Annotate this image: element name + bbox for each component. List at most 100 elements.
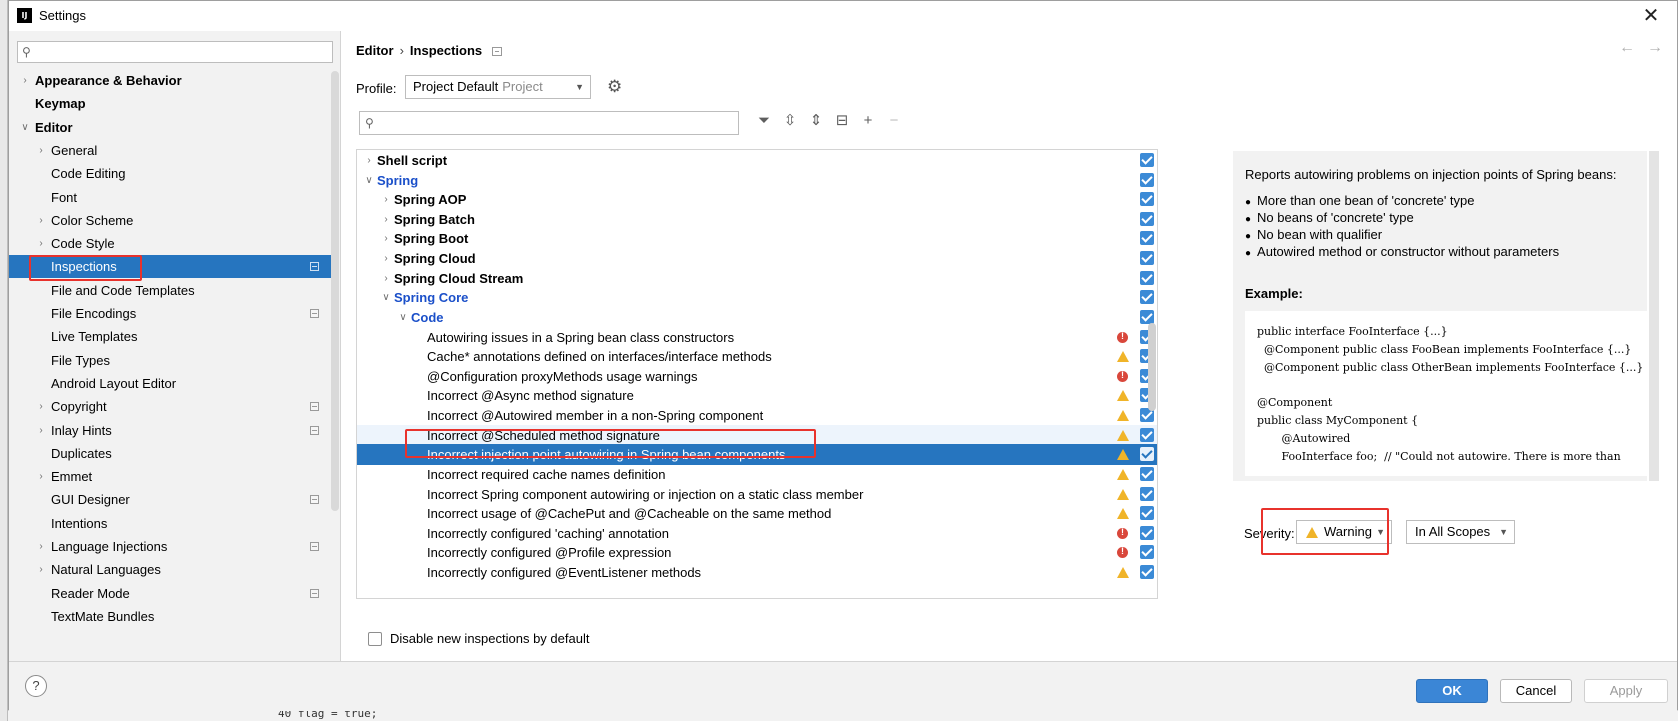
add-icon[interactable]: + [855, 112, 881, 129]
inspection-row[interactable]: Incorrect @Scheduled method signature [357, 424, 1157, 446]
enabled-checkbox[interactable] [1140, 270, 1154, 285]
inspection-row[interactable]: Incorrect @Async method signature [357, 385, 1157, 406]
sidebar-item-file-and-code-templates[interactable]: File and Code Templates [9, 279, 331, 302]
back-arrow-icon[interactable]: ← [1619, 39, 1635, 56]
chevron-down-icon[interactable]: ∨ [363, 170, 375, 191]
sidebar-item-reader-mode[interactable]: Reader Mode [9, 582, 331, 605]
inspection-group-row[interactable]: › Spring AOP [357, 189, 1157, 210]
inspection-row[interactable]: Incorrectly configured @Profile expressi… [357, 541, 1157, 563]
description-scrollbar[interactable] [1649, 151, 1659, 481]
enabled-checkbox[interactable] [1140, 309, 1154, 324]
enabled-checkbox[interactable] [1140, 427, 1154, 442]
forward-arrow-icon[interactable]: → [1647, 39, 1663, 56]
inspection-row[interactable]: Incorrect injection point autowiring in … [357, 444, 1157, 466]
inspection-tree-scrollbar[interactable] [1148, 323, 1156, 411]
severity-dropdown[interactable]: Warning ▼ [1296, 520, 1392, 544]
sidebar-item-live-templates[interactable]: Live Templates [9, 325, 331, 348]
gear-icon[interactable]: ⚙ [607, 77, 622, 97]
enabled-checkbox[interactable] [1140, 506, 1154, 521]
sidebar-item-general[interactable]: › General [9, 139, 331, 162]
cancel-button[interactable]: Cancel [1500, 679, 1572, 703]
sidebar-item-duplicates[interactable]: Duplicates [9, 442, 331, 465]
sidebar-item-appearance-behavior[interactable]: › Appearance & Behavior [9, 69, 331, 92]
sidebar-item-editor[interactable]: ∨ Editor [9, 116, 331, 139]
chevron-right-icon[interactable]: › [380, 209, 392, 230]
sidebar-item-inspections[interactable]: Inspections [9, 255, 331, 279]
sidebar-item-emmet[interactable]: › Emmet [9, 465, 331, 488]
enabled-checkbox[interactable] [1140, 466, 1154, 481]
chevron-down-icon[interactable]: ∨ [397, 307, 409, 328]
inspection-row[interactable]: Incorrect usage of @CachePut and @Cachea… [357, 503, 1157, 524]
inspection-row[interactable]: Autowiring issues in a Spring bean class… [357, 326, 1157, 348]
chevron-down-icon[interactable]: ∨ [380, 287, 392, 308]
enabled-checkbox[interactable] [1140, 447, 1154, 462]
chevron-right-icon[interactable]: › [35, 535, 47, 558]
inspection-row[interactable]: @Configuration proxyMethods usage warnin… [357, 365, 1157, 387]
sidebar-item-file-encodings[interactable]: File Encodings [9, 302, 331, 325]
inspection-row[interactable]: Incorrectly configured 'caching' annotat… [357, 522, 1157, 544]
settings-search-input[interactable]: ⚲ [17, 41, 333, 63]
enabled-checkbox[interactable] [1140, 153, 1154, 167]
chevron-down-icon[interactable]: ∨ [19, 116, 31, 139]
sidebar-item-copyright[interactable]: › Copyright [9, 395, 331, 418]
inspection-group-row[interactable]: › Spring Cloud [357, 248, 1157, 269]
sidebar-item-font[interactable]: Font [9, 186, 331, 209]
chevron-right-icon[interactable]: › [380, 248, 392, 269]
inspection-group-row[interactable]: ∨ Spring Core [357, 287, 1157, 308]
breadcrumb-editor[interactable]: Editor [356, 43, 394, 58]
chevron-right-icon[interactable]: › [363, 150, 375, 171]
sidebar-item-natural-languages[interactable]: › Natural Languages [9, 558, 331, 581]
sidebar-item-gui-designer[interactable]: GUI Designer [9, 488, 331, 511]
inspection-group-row[interactable]: › Spring Batch [357, 209, 1157, 230]
enabled-checkbox[interactable] [1140, 211, 1154, 226]
sidebar-item-textmate-bundles[interactable]: TextMate Bundles [9, 605, 331, 628]
enabled-checkbox[interactable] [1140, 251, 1154, 266]
enabled-checkbox[interactable] [1140, 486, 1154, 501]
filter-icon[interactable]: ⏷ [751, 112, 777, 129]
inspection-group-row[interactable]: ∨ Code [357, 307, 1157, 328]
sidebar-item-file-types[interactable]: File Types [9, 349, 331, 372]
inspection-group-row[interactable]: › Spring Boot [357, 228, 1157, 249]
inspection-group-row[interactable]: ∨ Spring [357, 170, 1157, 191]
close-button[interactable]: ✕ [1639, 4, 1663, 28]
inspection-row[interactable]: Incorrect @Autowired member in a non-Spr… [357, 405, 1157, 426]
chevron-right-icon[interactable]: › [380, 189, 392, 210]
reset-icon[interactable]: ⊟ [829, 111, 855, 129]
inspection-group-row[interactable]: › Shell script [357, 150, 1157, 171]
chevron-right-icon[interactable]: › [35, 232, 47, 255]
collapse-all-icon[interactable]: ⇕ [803, 111, 829, 129]
inspection-row[interactable]: Incorrect required cache names definitio… [357, 464, 1157, 485]
inspection-group-row[interactable]: › Spring Cloud Stream [357, 268, 1157, 289]
chevron-right-icon[interactable]: › [35, 139, 47, 162]
chevron-right-icon[interactable]: › [380, 268, 392, 289]
chevron-right-icon[interactable]: › [19, 69, 31, 92]
chevron-right-icon[interactable]: › [35, 395, 47, 418]
enabled-checkbox[interactable] [1140, 565, 1154, 580]
inspection-search-input[interactable]: ⚲ [359, 111, 739, 135]
help-button[interactable]: ? [25, 675, 47, 697]
enabled-checkbox[interactable] [1140, 172, 1154, 187]
inspection-row[interactable]: Incorrect Spring component autowiring or… [357, 484, 1157, 505]
expand-all-icon[interactable]: ⇳ [777, 111, 803, 129]
sidebar-item-inlay-hints[interactable]: › Inlay Hints [9, 419, 331, 442]
inspection-row[interactable]: Incorrectly configured @EventListener me… [357, 562, 1157, 583]
ok-button[interactable]: OK [1416, 679, 1488, 703]
sidebar-item-android-layout-editor[interactable]: Android Layout Editor [9, 372, 331, 395]
sidebar-scrollbar[interactable] [331, 71, 339, 511]
sidebar-item-intentions[interactable]: Intentions [9, 512, 331, 535]
enabled-checkbox[interactable] [1140, 525, 1154, 540]
chevron-right-icon[interactable]: › [35, 209, 47, 232]
scope-dropdown[interactable]: In All Scopes ▼ [1406, 520, 1515, 544]
sidebar-item-keymap[interactable]: Keymap [9, 92, 331, 115]
profile-dropdown[interactable]: Project Default Project ▼ [405, 75, 591, 99]
chevron-right-icon[interactable]: › [35, 465, 47, 488]
enabled-checkbox[interactable] [1140, 545, 1154, 560]
sidebar-item-code-editing[interactable]: Code Editing [9, 162, 331, 185]
enabled-checkbox[interactable] [1140, 231, 1154, 246]
enabled-checkbox[interactable] [1140, 192, 1154, 207]
chevron-right-icon[interactable]: › [35, 419, 47, 442]
inspection-row[interactable]: Cache* annotations defined on interfaces… [357, 346, 1157, 367]
chevron-right-icon[interactable]: › [380, 228, 392, 249]
sidebar-item-color-scheme[interactable]: › Color Scheme [9, 209, 331, 232]
chevron-right-icon[interactable]: › [35, 558, 47, 581]
